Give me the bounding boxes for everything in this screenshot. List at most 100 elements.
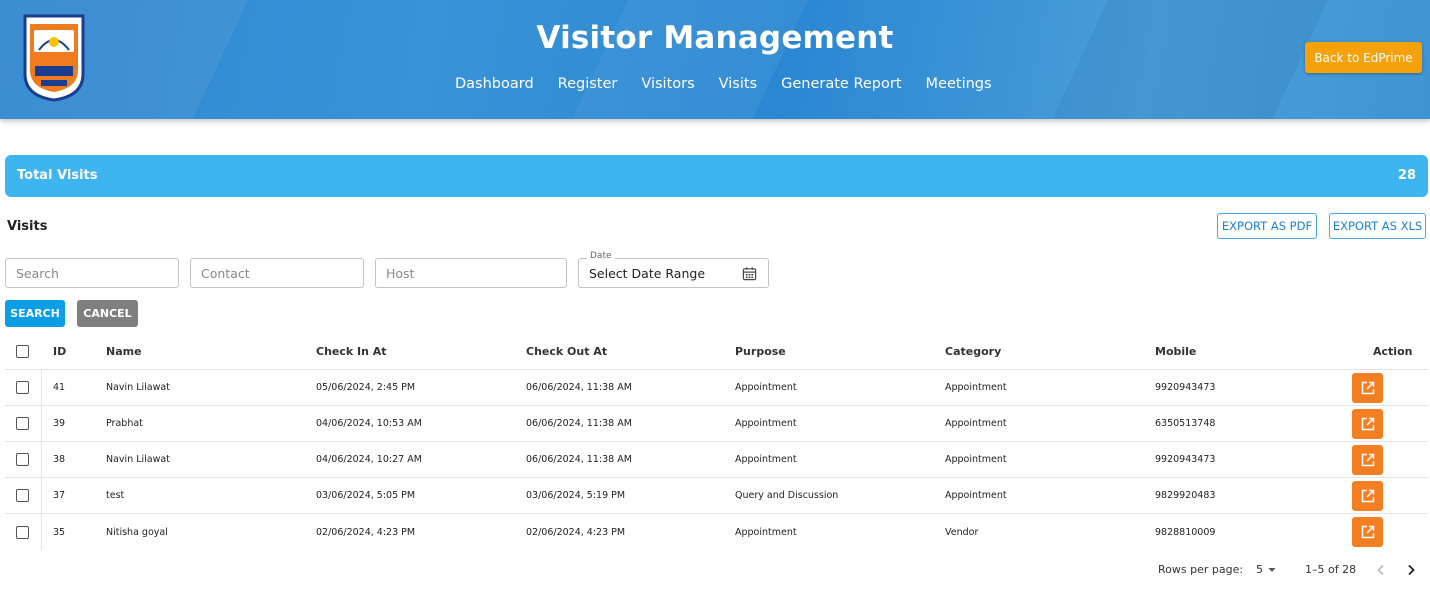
cell-category: Appointment <box>945 418 1007 429</box>
external-link-icon <box>1361 417 1374 430</box>
cell-check-out: 06/06/2024, 11:38 AM <box>526 454 632 465</box>
nav-register[interactable]: Register <box>558 76 618 92</box>
table-row: 39 Prabhat 04/06/2024, 10:53 AM 06/06/20… <box>5 406 1428 442</box>
cell-action <box>1352 370 1383 405</box>
cell-check-out: 02/06/2024, 4:23 PM <box>526 526 626 538</box>
row-checkbox[interactable] <box>16 489 29 502</box>
cell-mobile: 9829920483 <box>1155 490 1216 501</box>
table-row: 37 test 03/06/2024, 5:05 PM 03/06/2024, … <box>5 478 1428 514</box>
back-to-edprime-button[interactable]: Back to EdPrime <box>1305 42 1422 73</box>
cell-check-in: 03/06/2024, 5:05 PM <box>316 490 416 501</box>
column-header-check-in[interactable]: Check In At <box>316 333 387 369</box>
date-range-picker[interactable]: Date Select Date Range <box>578 251 769 288</box>
cell-mobile: 9920943473 <box>1155 382 1216 393</box>
open-visit-button[interactable] <box>1352 408 1383 439</box>
total-visits-label: Total Visits <box>17 168 98 183</box>
search-input[interactable]: Search <box>5 258 179 288</box>
table-row: 35 Nitisha goyal 02/06/2024, 4:23 PM 02/… <box>5 514 1428 550</box>
cell-mobile: 9920943473 <box>1155 454 1216 465</box>
calendar-icon[interactable] <box>742 266 757 281</box>
select-all-cell <box>16 333 29 369</box>
app-header: Visitor Management Dashboard Register Vi… <box>0 0 1430 119</box>
date-field-label: Date <box>587 251 615 261</box>
previous-page-icon[interactable] <box>1376 564 1386 576</box>
rows-per-page-label: Rows per page: <box>1158 563 1244 576</box>
open-visit-button[interactable] <box>1352 517 1383 547</box>
row-checkbox[interactable] <box>16 381 29 394</box>
open-visit-button[interactable] <box>1352 480 1383 511</box>
external-link-icon <box>1361 453 1374 466</box>
caret-down-icon <box>1268 567 1276 572</box>
cell-name: Navin Lilawat <box>106 382 170 393</box>
row-checkbox[interactable] <box>16 525 29 539</box>
rows-per-page-select[interactable]: 5 <box>1256 563 1276 576</box>
cell-check-out: 06/06/2024, 11:38 AM <box>526 418 632 429</box>
cell-id: 39 <box>53 418 66 429</box>
column-header-id[interactable]: ID <box>53 333 66 369</box>
cell-mobile: 6350513748 <box>1155 418 1216 429</box>
cancel-button[interactable]: CANCEL <box>77 300 138 327</box>
open-visit-button[interactable] <box>1352 444 1383 475</box>
date-range-value: Select Date Range <box>589 266 706 281</box>
table-row: 38 Navin Lilawat 04/06/2024, 10:27 AM 06… <box>5 442 1428 478</box>
cell-id: 37 <box>53 490 66 501</box>
column-header-check-out[interactable]: Check Out At <box>526 333 607 369</box>
row-select-cell <box>16 370 29 405</box>
total-visits-banner: Total Visits 28 <box>5 155 1428 197</box>
column-header-category[interactable]: Category <box>945 333 1001 369</box>
column-header-mobile[interactable]: Mobile <box>1155 333 1196 369</box>
cell-purpose: Appointment <box>735 418 797 429</box>
cell-action <box>1352 514 1383 550</box>
cell-purpose: Appointment <box>735 526 797 538</box>
nav-dashboard[interactable]: Dashboard <box>455 76 534 92</box>
column-divider <box>41 370 42 550</box>
row-select-cell <box>16 406 29 441</box>
nav-visits[interactable]: Visits <box>719 76 757 92</box>
nav-visitors[interactable]: Visitors <box>641 76 694 92</box>
contact-input[interactable]: Contact <box>190 258 364 288</box>
row-checkbox[interactable] <box>16 453 29 466</box>
cell-mobile: 9828810009 <box>1155 526 1216 538</box>
cell-name: Nitisha goyal <box>106 526 168 538</box>
host-input[interactable]: Host <box>375 258 567 288</box>
table-header: ID Name Check In At Check Out At Purpose… <box>5 333 1428 370</box>
cell-check-in: 04/06/2024, 10:27 AM <box>316 454 422 465</box>
main-nav: Dashboard Register Visitors Visits Gener… <box>443 76 1004 92</box>
header-decor <box>562 0 818 119</box>
nav-meetings[interactable]: Meetings <box>926 76 992 92</box>
header-decor <box>1042 0 1338 119</box>
page-title: Visitor Management <box>536 20 894 56</box>
row-select-cell <box>16 514 29 550</box>
cell-check-out: 03/06/2024, 5:19 PM <box>526 490 626 501</box>
select-all-checkbox[interactable] <box>16 344 29 358</box>
search-button[interactable]: SEARCH <box>5 300 65 327</box>
column-header-action: Action <box>1373 344 1413 358</box>
cell-name: Prabhat <box>106 418 143 429</box>
external-link-icon <box>1361 525 1374 539</box>
cell-action <box>1352 478 1383 513</box>
export-pdf-button[interactable]: EXPORT AS PDF <box>1217 213 1317 239</box>
row-select-cell <box>16 478 29 513</box>
cell-action <box>1352 442 1383 477</box>
next-page-icon[interactable] <box>1406 564 1416 576</box>
cell-purpose: Appointment <box>735 454 797 465</box>
open-visit-button[interactable] <box>1352 372 1383 403</box>
cell-id: 35 <box>53 526 66 538</box>
cell-check-out: 06/06/2024, 11:38 AM <box>526 382 632 393</box>
cell-id: 38 <box>53 454 66 465</box>
cell-name: test <box>106 490 125 501</box>
row-checkbox[interactable] <box>16 417 29 430</box>
table-row: 41 Navin Lilawat 05/06/2024, 2:45 PM 06/… <box>5 370 1428 406</box>
cell-check-in: 04/06/2024, 10:53 AM <box>316 418 422 429</box>
column-header-purpose[interactable]: Purpose <box>735 333 786 369</box>
cell-category: Appointment <box>945 490 1007 501</box>
row-select-cell <box>16 442 29 477</box>
rows-per-page-value: 5 <box>1256 563 1263 576</box>
cell-action <box>1352 406 1383 441</box>
column-header-name[interactable]: Name <box>106 333 142 369</box>
nav-generate-report[interactable]: Generate Report <box>781 76 901 92</box>
cell-name: Navin Lilawat <box>106 454 170 465</box>
export-xls-button[interactable]: EXPORT AS XLS <box>1329 213 1426 239</box>
cell-check-in: 02/06/2024, 4:23 PM <box>316 526 416 538</box>
cell-check-in: 05/06/2024, 2:45 PM <box>316 382 416 393</box>
